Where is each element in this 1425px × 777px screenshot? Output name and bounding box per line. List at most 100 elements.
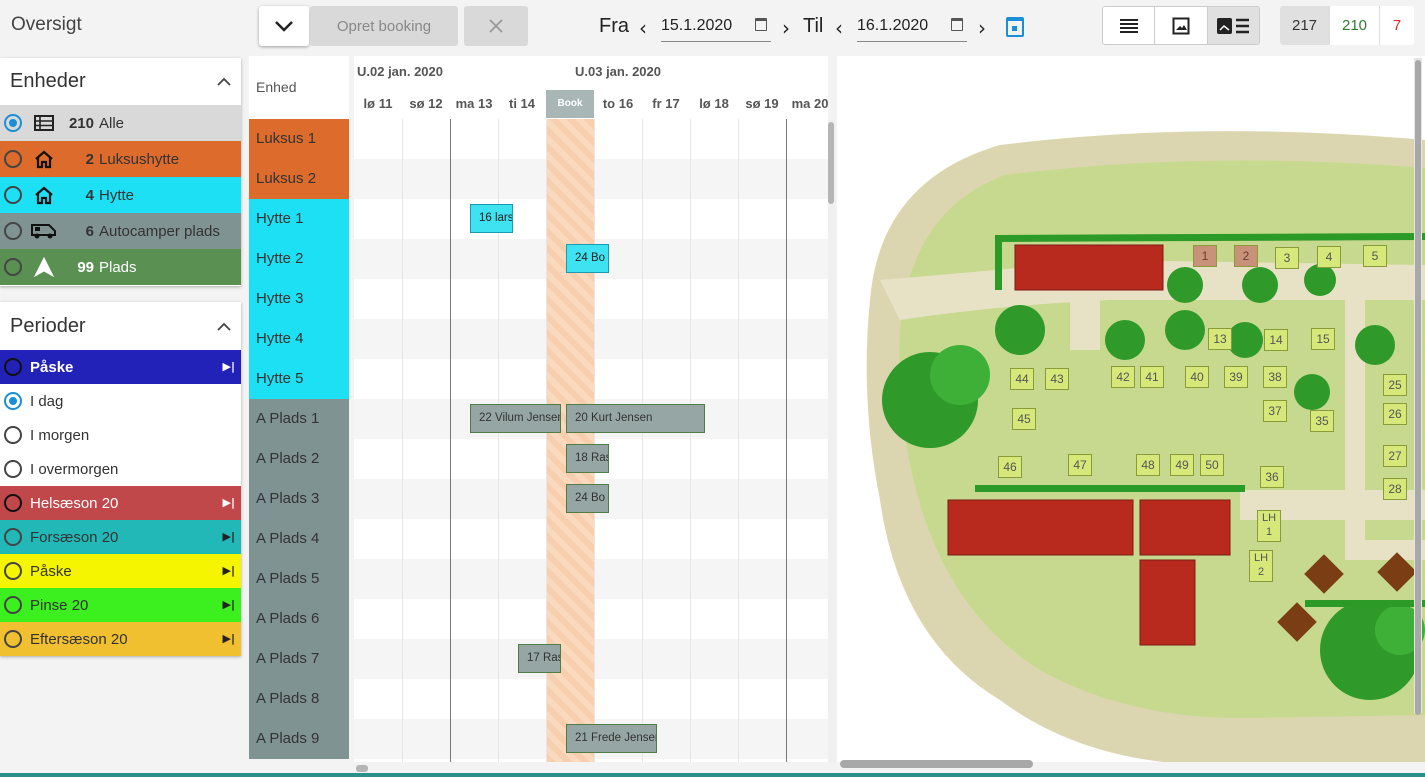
map-lot[interactable]: 37 xyxy=(1263,400,1287,422)
booking-grid[interactable]: U.02 jan. 2020 U.03 jan. 2020 lø 11 sø 12 ma… xyxy=(354,56,828,762)
radio-button[interactable] xyxy=(4,426,22,444)
period-row[interactable]: I overmorgen xyxy=(0,452,241,486)
map-lot[interactable]: 13 xyxy=(1208,328,1232,350)
unit-filter-row[interactable]: 6 Autocamper plads xyxy=(0,213,241,249)
dropdown-button[interactable] xyxy=(259,6,309,46)
period-row[interactable]: Helsæson 20 ▶| xyxy=(0,486,241,520)
day-header[interactable]: Book xyxy=(546,90,594,118)
map-lot[interactable]: 35 xyxy=(1310,410,1334,432)
booking-block[interactable]: 18 Rasmus xyxy=(566,444,610,473)
map-lot[interactable]: 5 xyxy=(1363,245,1387,267)
map-lot[interactable]: 28 xyxy=(1383,478,1407,500)
week-label: U.02 jan. 2020 xyxy=(357,64,443,79)
from-date-field[interactable]: 15.1.2020 xyxy=(661,12,771,42)
period-row[interactable]: I dag xyxy=(0,384,241,418)
map-lot[interactable]: 27 xyxy=(1383,445,1407,467)
skip-end-icon[interactable]: ▶| xyxy=(223,564,235,577)
map-lot[interactable]: 14 xyxy=(1264,329,1288,351)
radio-button[interactable] xyxy=(4,114,22,132)
create-booking-button[interactable]: Opret booking xyxy=(310,6,458,46)
map-lot[interactable]: 50 xyxy=(1200,454,1224,476)
map-view-button[interactable] xyxy=(1155,7,1208,44)
booking-block[interactable]: 24 Bo xyxy=(566,244,610,273)
unit-filter-row[interactable]: 2 Luksushytte xyxy=(0,141,241,177)
lot-lh2[interactable]: LH 2 xyxy=(1249,550,1273,582)
period-row[interactable]: Pinse 20 ▶| xyxy=(0,588,241,622)
map-lot[interactable]: 2 xyxy=(1234,245,1258,267)
radio-button[interactable] xyxy=(4,392,22,410)
to-next-arrow[interactable]: › xyxy=(978,16,986,40)
booking-block[interactable]: 22 Vilum Jensen xyxy=(470,404,562,433)
skip-end-icon[interactable]: ▶| xyxy=(223,496,235,509)
radio-button[interactable] xyxy=(4,494,22,512)
radio-button[interactable] xyxy=(4,562,22,580)
booking-block[interactable]: 17 Rasmus xyxy=(518,644,562,673)
skip-end-icon[interactable]: ▶| xyxy=(223,632,235,645)
map-lot[interactable]: 4 xyxy=(1317,246,1341,268)
horizontal-scrollbar[interactable] xyxy=(356,765,368,772)
campsite-map[interactable]: 1 2 3 4 5 13 14 15 44 43 42 41 40 39 38 25 45 37 35 26 46 47 4… xyxy=(837,56,1425,762)
map-lot[interactable]: 47 xyxy=(1068,454,1092,476)
split-view-button[interactable] xyxy=(1207,7,1259,44)
skip-end-icon[interactable]: ▶| xyxy=(223,360,235,373)
map-lot[interactable]: 39 xyxy=(1224,366,1248,388)
map-lot[interactable]: 46 xyxy=(998,456,1022,478)
map-lot[interactable]: 44 xyxy=(1010,368,1034,390)
map-lot[interactable]: 36 xyxy=(1260,466,1284,488)
map-lot[interactable]: 3 xyxy=(1275,247,1299,269)
chevron-up-icon[interactable] xyxy=(217,77,231,86)
radio-button[interactable] xyxy=(4,222,22,240)
radio-button[interactable] xyxy=(4,460,22,478)
map-lot[interactable]: 1 xyxy=(1193,245,1217,267)
radio-button[interactable] xyxy=(4,258,22,276)
radio-button[interactable] xyxy=(4,186,22,204)
period-row[interactable]: Påske ▶| xyxy=(0,350,241,384)
period-row[interactable]: I morgen xyxy=(0,418,241,452)
to-prev-arrow[interactable]: ‹ xyxy=(835,16,843,40)
map-lot[interactable]: 41 xyxy=(1140,366,1164,388)
from-prev-arrow[interactable]: ‹ xyxy=(639,16,647,40)
lot-lh1[interactable]: LH 1 xyxy=(1257,510,1281,542)
map-vertical-scrollbar[interactable] xyxy=(1414,58,1422,715)
calendar-picker-icon[interactable] xyxy=(1006,17,1024,37)
radio-button[interactable] xyxy=(4,528,22,546)
list-view-button[interactable] xyxy=(1103,7,1156,44)
booking-block[interactable]: 21 Frede Jensen xyxy=(566,724,658,753)
radio-button[interactable] xyxy=(4,630,22,648)
booking-block[interactable]: 20 Kurt Jensen xyxy=(566,404,706,433)
skip-end-icon[interactable]: ▶| xyxy=(223,530,235,543)
chevron-up-icon[interactable] xyxy=(217,322,231,331)
tent-icon xyxy=(30,257,58,277)
from-next-arrow[interactable]: › xyxy=(782,16,790,40)
period-row[interactable]: Eftersæson 20 ▶| xyxy=(0,622,241,656)
vertical-scrollbar[interactable] xyxy=(828,120,836,763)
cancel-button[interactable] xyxy=(464,6,528,46)
unit-filter-row[interactable]: 99 Plads xyxy=(0,249,241,285)
radio-button[interactable] xyxy=(4,150,22,168)
units-panel: Enheder 210 Alle 2 Luksushytte 4 Hytte 6 Autoca… xyxy=(0,58,241,286)
radio-button[interactable] xyxy=(4,596,22,614)
period-row[interactable]: Påske ▶| xyxy=(0,554,241,588)
period-row[interactable]: Forsæson 20 ▶| xyxy=(0,520,241,554)
map-lot[interactable]: 42 xyxy=(1111,366,1135,388)
map-lot[interactable]: 49 xyxy=(1170,454,1194,476)
booking-block[interactable]: 16 lars xyxy=(470,204,514,233)
map-lot[interactable]: 15 xyxy=(1311,328,1335,350)
unit-filter-row[interactable]: 210 Alle xyxy=(0,105,241,141)
map-lot[interactable]: 25 xyxy=(1383,374,1407,396)
map-lot[interactable]: 38 xyxy=(1263,366,1287,388)
map-lot[interactable]: 43 xyxy=(1045,368,1069,390)
to-date-field[interactable]: 16.1.2020 xyxy=(857,12,967,42)
booking-block[interactable]: 24 Bo xyxy=(566,484,610,513)
unit-column-header: Enhed xyxy=(249,56,349,119)
day-header: lø 18 xyxy=(699,96,729,111)
map-lot[interactable]: 26 xyxy=(1383,403,1407,425)
map-horizontal-scrollbar[interactable] xyxy=(840,760,1033,768)
map-lot[interactable]: 48 xyxy=(1136,454,1160,476)
skip-end-icon[interactable]: ▶| xyxy=(223,598,235,611)
unit-row-label: Hytte 2 xyxy=(249,239,349,279)
map-lot[interactable]: 45 xyxy=(1012,408,1036,430)
radio-button[interactable] xyxy=(4,358,22,376)
map-lot[interactable]: 40 xyxy=(1185,366,1209,388)
unit-filter-row[interactable]: 4 Hytte xyxy=(0,177,241,213)
